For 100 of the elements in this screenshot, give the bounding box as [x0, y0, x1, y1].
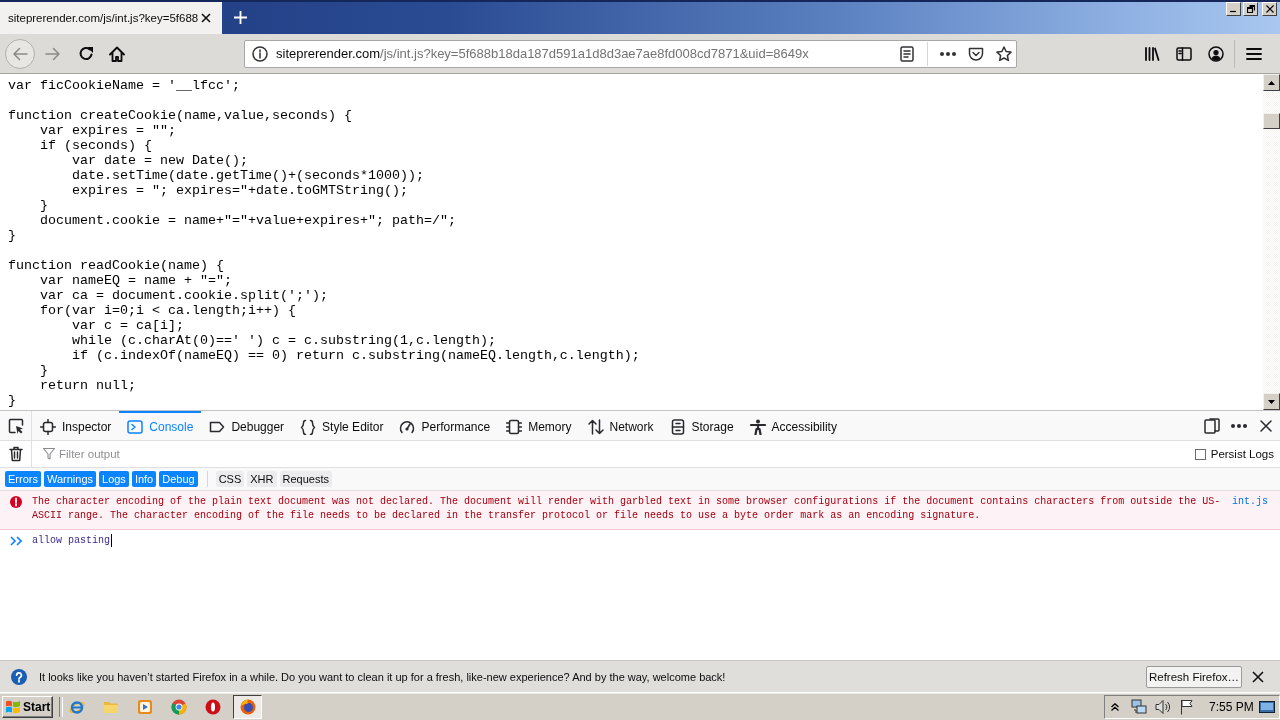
sidebar-icon[interactable] — [1176, 45, 1192, 62]
error-icon — [10, 496, 22, 508]
persist-logs-label[interactable]: Persist Logs — [1210, 448, 1274, 460]
filter-button[interactable]: XHR — [247, 471, 277, 487]
code-line: } — [8, 228, 16, 243]
code-line: expires = "; expires="+date.toGMTString(); — [71, 183, 408, 198]
chip-icon — [506, 418, 523, 435]
home-icon[interactable] — [109, 45, 125, 62]
text-cursor — [111, 533, 112, 547]
reader-view-icon[interactable] — [899, 45, 915, 62]
devtools-tab[interactable]: Storage — [661, 411, 742, 440]
network-icon[interactable] — [1131, 698, 1147, 715]
code-line: document.cookie = name+"="+value+expires+"; path=/"; — [39, 213, 456, 228]
filter-button[interactable]: CSS — [215, 471, 245, 487]
message-text: The character encoding of the plain text document was not declared. The document will render with garbled text in some browser configurations if the document contains characters from outside the US-ASCII range. The character encoding of the file needs to be declared in the transfer protocol or file needs to use a byte order mark as an encoding signature. — [32, 495, 1222, 523]
start-button[interactable]: Start — [2, 695, 53, 718]
split-panel-icon[interactable] — [1204, 417, 1220, 434]
reload-icon[interactable] — [78, 45, 94, 62]
square-target-icon — [40, 418, 56, 435]
filter-button[interactable]: Errors — [5, 471, 41, 487]
scrollbar[interactable] — [1263, 74, 1280, 410]
flag-icon[interactable] — [1179, 698, 1195, 715]
close-icon — [1265, 5, 1274, 13]
code-line: var date = new Date(); — [71, 153, 248, 168]
play-icon[interactable] — [137, 698, 153, 715]
scroll-down-button[interactable] — [1263, 393, 1280, 410]
up-down-arrows-icon — [587, 418, 604, 435]
trash-icon[interactable] — [7, 446, 24, 462]
devtools-tab[interactable]: Style Editor — [292, 411, 392, 440]
notification-text: It looks like you haven’t started Firefox in a while. Do you want to clean it up for a fresh, like-new experience? And by the way, welcome back! — [39, 670, 726, 683]
speaker-icon[interactable] — [1155, 698, 1171, 715]
star-icon[interactable] — [996, 45, 1012, 62]
devtools-tab[interactable]: Inspector — [32, 411, 120, 440]
code-line: var c = ca[i]; — [71, 318, 184, 333]
e-logo-icon[interactable] — [69, 698, 85, 715]
books-icon[interactable] — [1144, 45, 1160, 62]
devtools-tab[interactable]: Accessibility — [741, 411, 845, 440]
code-line: for(var i=0;i < ca.length;i++) { — [39, 303, 296, 318]
filter-button[interactable]: Warnings — [43, 471, 96, 487]
code-line: var nameEQ = name + "="; — [39, 273, 232, 288]
devtools-tab[interactable]: Debugger — [201, 411, 293, 440]
code-line: while (c.charAt(0)==' ') c = c.substring(1,c.length); — [71, 333, 496, 348]
url-text: siteprerender.com/js/int.js?key=5f688b18da187d591a1d8d3ae7ae8fd008cd7871&uid=8649x — [276, 46, 810, 61]
flag-logo-icon — [5, 699, 21, 714]
clock-time[interactable]: 7:55 PM — [1209, 699, 1254, 714]
back-arrow-icon — [12, 45, 28, 62]
filter-field[interactable]: Filter output — [59, 448, 359, 460]
address-bar[interactable]: siteprerender.com/js/int.js?key=5f688b18da187d591a1d8d3ae7ae8fd008cd7871&uid=8649x — [244, 39, 1017, 68]
wheel-logo-icon[interactable] — [171, 698, 187, 715]
code-line: if (seconds) { — [39, 138, 152, 153]
close-icon[interactable] — [1260, 419, 1272, 432]
refresh-firefox-button[interactable]: Refresh Firefox… — [1146, 665, 1242, 688]
console-input[interactable]: allow pasting — [32, 533, 112, 547]
code-line: var ficCookieName = '__lfcc'; — [8, 78, 240, 93]
minimize-button[interactable] — [1226, 2, 1241, 16]
braces-icon — [300, 418, 317, 435]
devtools-tab[interactable]: Network — [579, 411, 662, 440]
up-arrow-icon — [1268, 80, 1275, 85]
ellipsis-icon[interactable] — [1231, 423, 1247, 428]
filter-button[interactable]: Info — [131, 471, 157, 487]
close-icon[interactable] — [201, 13, 211, 23]
desktop-icon[interactable] — [1259, 698, 1275, 715]
restore-icon — [1246, 5, 1255, 13]
cursor-box-icon[interactable] — [7, 417, 24, 434]
close-icon[interactable] — [1252, 670, 1264, 683]
menu-icon[interactable] — [1246, 45, 1262, 62]
prompt-box-icon — [127, 418, 144, 435]
fox-logo-icon — [239, 698, 256, 715]
code-line: var expires = ""; — [39, 123, 176, 138]
devtools-tab[interactable]: Memory — [498, 411, 580, 440]
scroll-up-button[interactable] — [1263, 74, 1280, 91]
person-circle-icon[interactable] — [1208, 45, 1224, 62]
code-line: if (c.indexOf(nameEQ) == 0) return c.substring(nameEQ.length,c.length); — [71, 348, 640, 363]
scroll-thumb[interactable] — [1263, 113, 1280, 129]
gauge-icon — [399, 418, 416, 435]
devtools-tab[interactable]: Performance — [391, 411, 499, 440]
filter-button[interactable]: Logs — [99, 471, 129, 487]
question-icon — [11, 668, 27, 685]
code-line: function readCookie(name) { — [8, 258, 224, 273]
code-line: date.setTime(date.getTime()+(seconds*1000)); — [71, 168, 424, 183]
chevron-shield-icon[interactable] — [968, 45, 984, 62]
code-line: var ca = document.cookie.split(';'); — [39, 288, 328, 303]
chevron-up-icon[interactable] — [1111, 702, 1119, 711]
ring-logo-icon[interactable] — [205, 698, 221, 715]
restore-button[interactable] — [1243, 2, 1258, 16]
filter-button[interactable]: Requests — [279, 471, 332, 487]
taskbar-window-button[interactable] — [233, 694, 262, 719]
filter-button[interactable]: Debug — [159, 471, 198, 487]
ellipsis-icon[interactable] — [940, 51, 956, 56]
code-line: } — [39, 363, 48, 378]
browser-tab[interactable]: siteprerender.com/js/int.js?key=5f688 — [0, 2, 222, 34]
source-link[interactable]: int.js — [1232, 495, 1268, 509]
persist-logs-checkbox[interactable] — [1194, 448, 1206, 460]
person-icon — [749, 418, 766, 435]
code-line: } — [8, 393, 16, 408]
close-button[interactable] — [1262, 2, 1277, 16]
plus-icon[interactable] — [234, 11, 247, 24]
info-icon[interactable] — [252, 45, 268, 62]
drawer-icon — [669, 418, 686, 435]
code-line: return null; — [39, 378, 136, 393]
